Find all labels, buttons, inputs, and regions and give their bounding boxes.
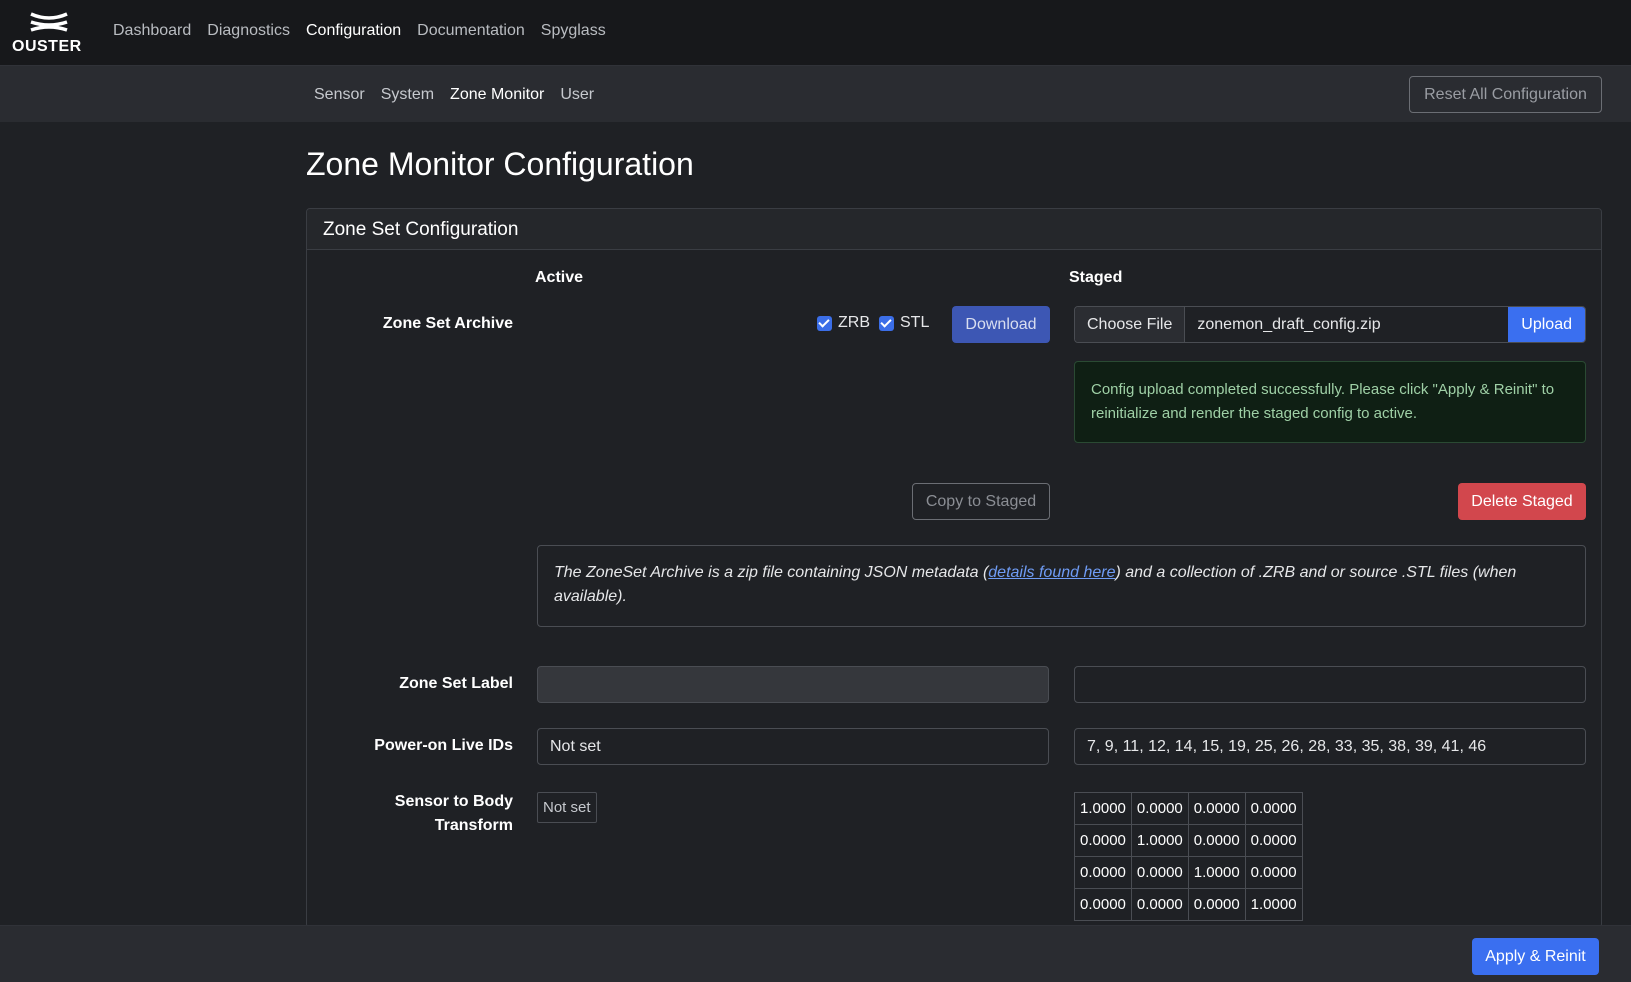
matrix-cell: 1.0000 bbox=[1244, 888, 1303, 921]
selected-file-name: zonemon_draft_config.zip bbox=[1185, 307, 1509, 342]
nav-configuration[interactable]: Configuration bbox=[306, 22, 401, 40]
staged-zone-set-label-input[interactable] bbox=[1074, 666, 1586, 703]
matrix-cell: 1.0000 bbox=[1130, 824, 1189, 857]
matrix-cell: 0.0000 bbox=[1074, 888, 1132, 921]
zoneset-archive-info: The ZoneSet Archive is a zip file contai… bbox=[537, 545, 1586, 627]
matrix-cell: 0.0000 bbox=[1074, 824, 1132, 857]
stl-checkbox[interactable] bbox=[879, 315, 894, 331]
matrix-cell: 0.0000 bbox=[1130, 792, 1189, 825]
zone-set-archive-label: Zone Set Archive bbox=[382, 315, 513, 332]
sensor-to-body-transform-label: Sensor to Body Transform bbox=[313, 790, 513, 838]
nav-diagnostics[interactable]: Diagnostics bbox=[207, 22, 290, 40]
active-zone-set-label-field bbox=[537, 666, 1049, 703]
tab-user[interactable]: User bbox=[560, 86, 594, 104]
matrix-cell: 0.0000 bbox=[1187, 824, 1246, 857]
tab-zone-monitor[interactable]: Zone Monitor bbox=[450, 86, 544, 104]
active-transform-value: Not set bbox=[537, 792, 597, 823]
matrix-row: 0.0000 0.0000 1.0000 0.0000 bbox=[1074, 856, 1303, 889]
active-live-ids-field: Not set bbox=[537, 728, 1049, 765]
tab-sensor[interactable]: Sensor bbox=[314, 86, 365, 104]
matrix-cell: 0.0000 bbox=[1130, 888, 1189, 921]
tab-system[interactable]: System bbox=[381, 86, 434, 104]
zrb-checkbox-label: ZRB bbox=[838, 314, 870, 331]
nav-documentation[interactable]: Documentation bbox=[417, 22, 525, 40]
upload-button[interactable]: Upload bbox=[1508, 307, 1585, 342]
main-nav: Dashboard Diagnostics Configuration Docu… bbox=[113, 22, 606, 40]
matrix-row: 0.0000 1.0000 0.0000 0.0000 bbox=[1074, 824, 1303, 857]
matrix-cell: 0.0000 bbox=[1074, 856, 1132, 889]
upload-success-alert: Config upload completed successfully. Pl… bbox=[1074, 361, 1586, 443]
download-button[interactable]: Download bbox=[952, 306, 1050, 343]
zrb-checkbox[interactable] bbox=[817, 315, 832, 331]
matrix-cell: 1.0000 bbox=[1074, 792, 1132, 825]
ouster-logo-icon bbox=[30, 12, 68, 32]
zrb-checkbox-group: ZRB bbox=[817, 314, 870, 332]
matrix-cell: 0.0000 bbox=[1244, 824, 1303, 857]
staged-column-heading: Staged bbox=[1069, 269, 1123, 286]
top-navbar: OUSTER Dashboard Diagnostics Configurati… bbox=[0, 0, 1631, 65]
staged-transform-matrix: 1.0000 0.0000 0.0000 0.0000 0.0000 1.000… bbox=[1074, 792, 1303, 921]
info-text-prefix: The ZoneSet Archive is a zip file contai… bbox=[554, 564, 989, 581]
copy-to-staged-button[interactable]: Copy to Staged bbox=[912, 483, 1050, 520]
matrix-cell: 1.0000 bbox=[1187, 856, 1246, 889]
stl-checkbox-label: STL bbox=[900, 314, 930, 331]
ouster-logo[interactable]: OUSTER bbox=[12, 12, 88, 56]
staged-live-ids-input[interactable]: 7, 9, 11, 12, 14, 15, 19, 25, 26, 28, 33… bbox=[1074, 728, 1586, 765]
zone-set-configuration-card: Zone Set Configuration Active Staged Zon… bbox=[306, 208, 1602, 928]
zone-set-label-label: Zone Set Label bbox=[399, 675, 513, 692]
power-on-live-ids-label: Power-on Live IDs bbox=[374, 737, 513, 754]
sub-navbar: Sensor System Zone Monitor User Reset Al… bbox=[0, 65, 1631, 122]
config-tabs: Sensor System Zone Monitor User bbox=[314, 86, 594, 104]
nav-dashboard[interactable]: Dashboard bbox=[113, 22, 191, 40]
transform-label-line2: Transform bbox=[434, 817, 513, 834]
matrix-cell: 0.0000 bbox=[1244, 856, 1303, 889]
delete-staged-button[interactable]: Delete Staged bbox=[1458, 483, 1586, 520]
details-link[interactable]: details found here bbox=[988, 564, 1115, 581]
matrix-row: 0.0000 0.0000 0.0000 1.0000 bbox=[1074, 888, 1303, 921]
reset-all-configuration-button[interactable]: Reset All Configuration bbox=[1409, 76, 1602, 113]
file-upload-group: Choose File zonemon_draft_config.zip Upl… bbox=[1074, 306, 1586, 343]
active-column-heading: Active bbox=[535, 269, 584, 286]
matrix-cell: 0.0000 bbox=[1244, 792, 1303, 825]
transform-label-line1: Sensor to Body bbox=[394, 793, 513, 810]
apply-and-reinit-button[interactable]: Apply & Reinit bbox=[1472, 938, 1599, 975]
stl-checkbox-group: STL bbox=[879, 314, 929, 332]
choose-file-button[interactable]: Choose File bbox=[1075, 307, 1186, 342]
footer-bar: Apply & Reinit bbox=[0, 925, 1631, 982]
nav-spyglass[interactable]: Spyglass bbox=[541, 22, 606, 40]
logo-text: OUSTER bbox=[12, 38, 82, 55]
matrix-cell: 0.0000 bbox=[1187, 792, 1246, 825]
matrix-cell: 0.0000 bbox=[1187, 888, 1246, 921]
page-title: Zone Monitor Configuration bbox=[306, 146, 694, 182]
matrix-row: 1.0000 0.0000 0.0000 0.0000 bbox=[1074, 792, 1303, 825]
matrix-cell: 0.0000 bbox=[1130, 856, 1189, 889]
card-header: Zone Set Configuration bbox=[307, 209, 1601, 250]
